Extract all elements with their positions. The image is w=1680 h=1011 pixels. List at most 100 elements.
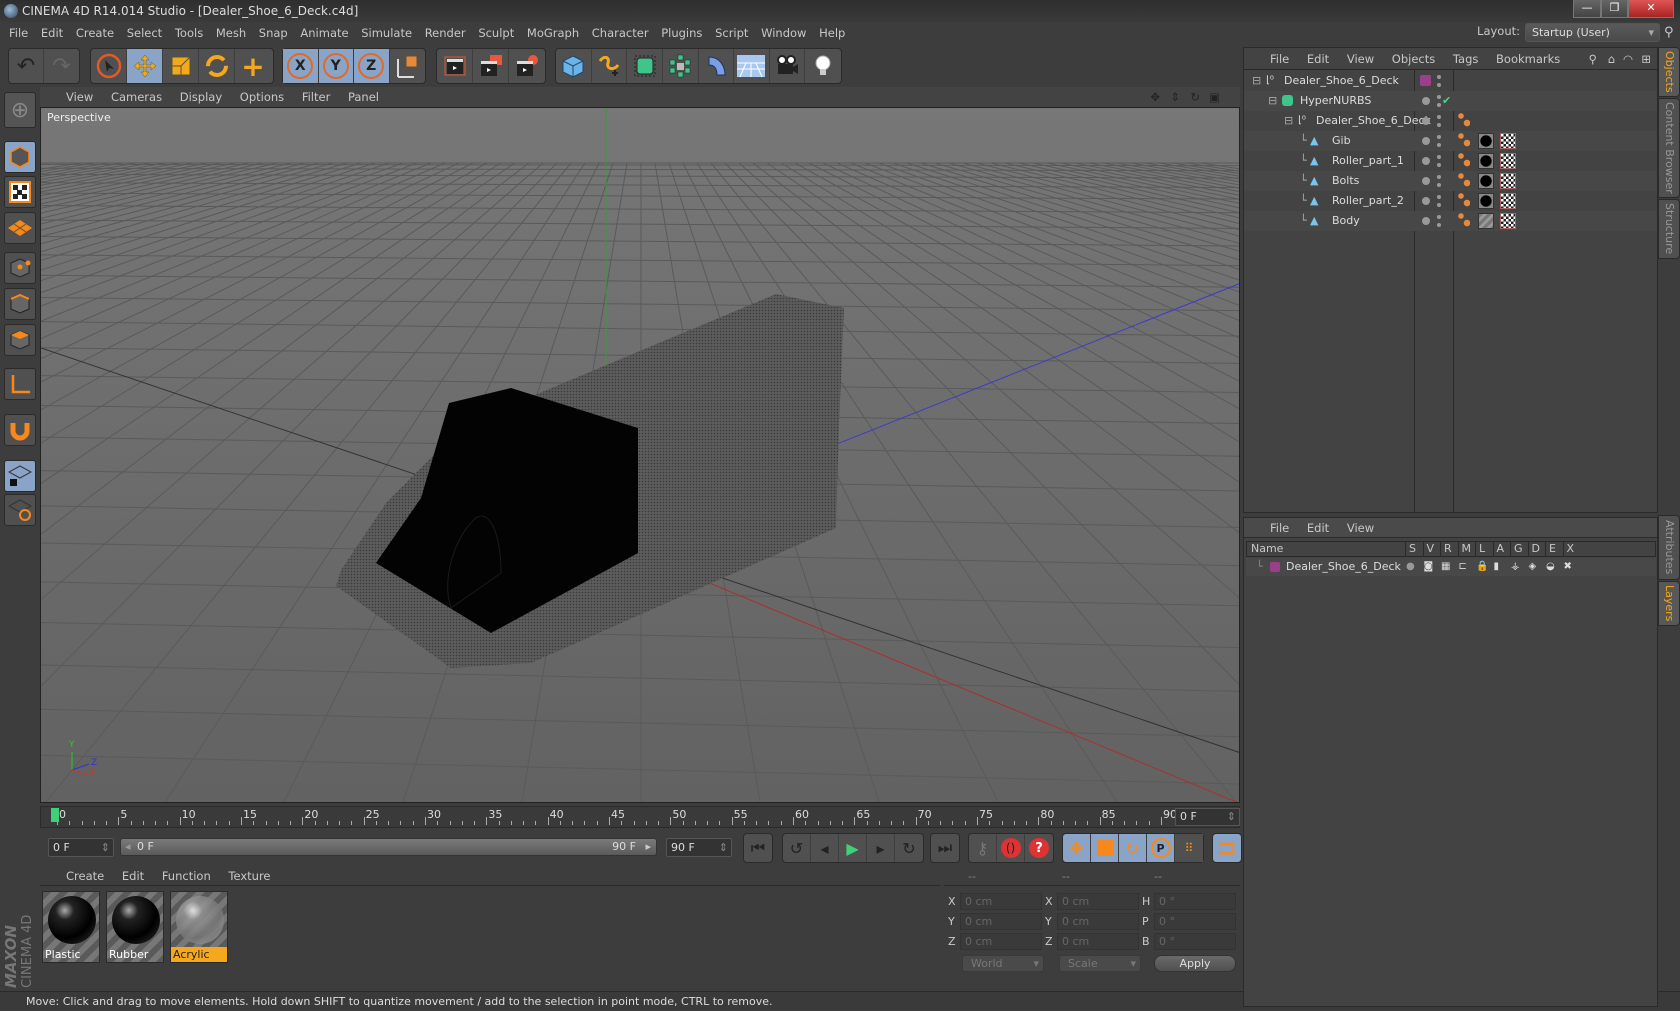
editor-visibility-dot[interactable] (1437, 135, 1441, 139)
add-light-button[interactable] (805, 49, 841, 83)
obj-menu-objects[interactable]: Objects (1392, 48, 1435, 70)
key-pla-button[interactable]: ⠿ (1175, 834, 1203, 862)
apply-button[interactable]: Apply (1154, 955, 1236, 972)
render-settings-button[interactable] (509, 49, 545, 83)
viewport-menu-filter[interactable]: Filter (302, 87, 330, 107)
workplane-mode-button[interactable] (4, 212, 36, 244)
render-visibility-dot[interactable] (1437, 83, 1441, 87)
menu-mograph[interactable]: MoGraph (527, 22, 579, 44)
render-picture-viewer-button[interactable] (473, 49, 509, 83)
tab-layers[interactable]: Layers (1658, 581, 1680, 626)
tree-toggle-icon[interactable]: └ (1300, 151, 1307, 171)
object-name[interactable]: HyperNURBS (1300, 91, 1371, 111)
phong-tag-icon[interactable] (1458, 213, 1470, 227)
viewport-menu-display[interactable]: Display (180, 87, 222, 107)
phong-tag-icon[interactable] (1458, 173, 1470, 187)
uvw-tag-icon[interactable] (1500, 193, 1516, 209)
phong-tag-icon[interactable] (1458, 133, 1470, 147)
visibility-dot[interactable] (1422, 137, 1430, 145)
tree-toggle-icon[interactable]: ⊟ (1268, 91, 1277, 111)
menu-script[interactable]: Script (715, 22, 748, 44)
menu-sculpt[interactable]: Sculpt (478, 22, 514, 44)
material-tag-icon[interactable] (1478, 193, 1494, 209)
rot-h-field[interactable]: 0 ° (1154, 893, 1236, 910)
viewport-menu-options[interactable]: Options (240, 87, 284, 107)
tree-toggle-icon[interactable]: └ (1300, 211, 1307, 231)
visibility-dot[interactable] (1420, 75, 1431, 86)
tab-attributes[interactable]: Attributes (1658, 515, 1680, 580)
end-frame-field[interactable]: 90 F ⇕ (666, 838, 732, 857)
menu-simulate[interactable]: Simulate (361, 22, 412, 44)
eye-icon[interactable]: ◠ (1623, 48, 1633, 70)
add-floor-button[interactable] (734, 49, 770, 83)
material-tag-icon[interactable] (1478, 153, 1494, 169)
obj-menu-tags[interactable]: Tags (1453, 48, 1478, 70)
uvw-tag-icon[interactable] (1500, 133, 1516, 149)
render-visibility-dot[interactable] (1437, 183, 1441, 187)
perspective-viewport[interactable]: Perspective Y Z X (40, 107, 1240, 803)
playhead[interactable] (51, 808, 59, 822)
visibility-dot[interactable] (1422, 217, 1430, 225)
editor-visibility-dot[interactable] (1437, 95, 1441, 99)
points-mode-button[interactable] (4, 252, 36, 284)
search-icon[interactable]: ⚲ (1589, 48, 1597, 70)
solo-icon[interactable]: ● (1406, 558, 1415, 576)
layout-dropdown[interactable]: Startup (User) ▾ (1525, 23, 1660, 42)
tab-objects[interactable]: Objects (1658, 47, 1680, 97)
column-v[interactable]: V (1422, 542, 1434, 556)
manager-icon[interactable]: ⊏ (1459, 558, 1467, 576)
restore-button[interactable]: ❐ (1601, 0, 1628, 18)
editor-visibility-dot[interactable] (1437, 215, 1441, 219)
tree-toggle-icon[interactable]: ⊟ (1284, 111, 1293, 131)
object-name[interactable]: Dealer_Shoe_6_Deck (1284, 71, 1399, 91)
editor-visibility-dot[interactable] (1437, 195, 1441, 199)
next-key-button[interactable]: ↻ (895, 834, 923, 862)
range-left-arrow-icon[interactable]: ◂ (125, 839, 131, 855)
material-swatch-plastic[interactable]: Plastic (42, 891, 100, 963)
object-name[interactable]: Roller_part_2 (1332, 191, 1404, 211)
menu-create[interactable]: Create (76, 22, 114, 44)
column-d[interactable]: D (1527, 542, 1540, 556)
key-scale-button[interactable] (1091, 834, 1119, 862)
layer-row[interactable]: └ Dealer_Shoe_6_Deck ● ◙ ▦ ⊏ 🔒 ▮ ⚶ ◈ ◒ ✖ (1246, 558, 1656, 576)
tree-toggle-icon[interactable]: └ (1300, 131, 1307, 151)
minimize-button[interactable]: — (1573, 0, 1601, 18)
timeline-window-button[interactable]: 🎞 (1213, 834, 1241, 862)
object-name[interactable]: Body (1332, 211, 1360, 231)
menu-mesh[interactable]: Mesh (216, 22, 246, 44)
lock-workplane-button[interactable] (4, 460, 36, 492)
goto-end-button[interactable]: ⏭ (931, 834, 959, 862)
layer-menu-view[interactable]: View (1347, 518, 1374, 538)
menu-edit[interactable]: Edit (41, 22, 63, 44)
column-s[interactable]: S (1405, 542, 1416, 556)
next-frame-button[interactable]: ▸ (867, 834, 895, 862)
tree-toggle-icon[interactable]: └ (1300, 191, 1307, 211)
menu-help[interactable]: Help (819, 22, 845, 44)
editor-visibility-dot[interactable] (1437, 115, 1441, 119)
move-tool-button[interactable] (127, 49, 163, 83)
y-axis-lock-button[interactable]: Y (318, 49, 354, 83)
visibility-dot[interactable] (1422, 117, 1430, 125)
rot-p-field[interactable]: 0 ° (1154, 913, 1236, 930)
size-z-field[interactable]: 0 cm (1057, 933, 1139, 950)
pos-x-field[interactable]: 0 cm (960, 893, 1042, 910)
menu-render[interactable]: Render (425, 22, 466, 44)
obj-menu-file[interactable]: File (1270, 48, 1289, 70)
animation-icon[interactable]: ▮ (1494, 558, 1500, 576)
visible-eye-icon[interactable]: ◙ (1424, 558, 1434, 576)
column-x[interactable]: X (1562, 542, 1574, 556)
viewport-menu-panel[interactable]: Panel (348, 87, 379, 107)
render-visibility-dot[interactable] (1437, 163, 1441, 167)
prev-frame-button[interactable]: ◂ (811, 834, 839, 862)
pos-y-field[interactable]: 0 cm (960, 913, 1042, 930)
new-window-icon[interactable]: ⊞ (1641, 48, 1651, 70)
phong-tag-icon[interactable] (1458, 193, 1470, 207)
uvw-tag-icon[interactable] (1500, 153, 1516, 169)
range-right-arrow-icon[interactable]: ▸ (645, 839, 651, 855)
coordinate-mode-dropdown[interactable]: World ▾ (962, 955, 1044, 972)
object-row[interactable]: └ ▲ Body (1244, 211, 1657, 231)
redo-button[interactable]: ↷ (44, 49, 79, 83)
object-row[interactable]: └ ▲ Gib (1244, 131, 1657, 151)
uvw-tag-icon[interactable] (1500, 173, 1516, 189)
pos-z-field[interactable]: 0 cm (960, 933, 1042, 950)
